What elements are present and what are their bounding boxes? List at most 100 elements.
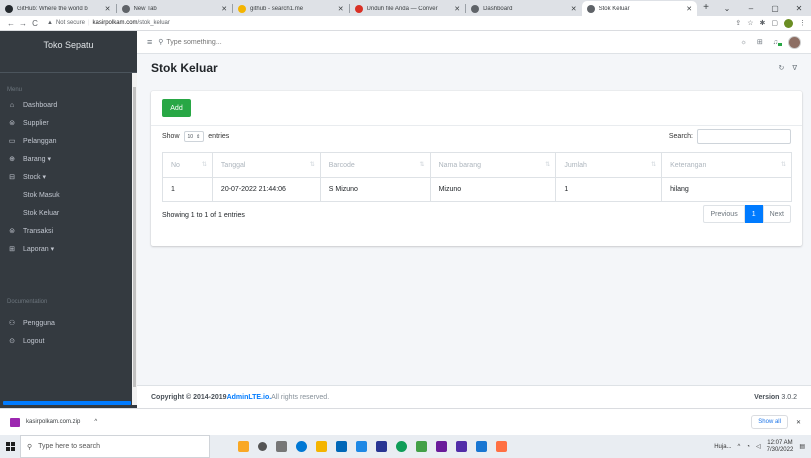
app4-icon[interactable] xyxy=(456,441,467,452)
cortana-icon[interactable] xyxy=(258,442,267,451)
sidebar-item-stok-keluar[interactable]: Stok Keluar xyxy=(0,204,137,222)
table-cell: Mizuno xyxy=(429,177,557,202)
brand-link[interactable]: Toko Sepatu xyxy=(0,31,137,73)
app6-icon[interactable] xyxy=(496,441,507,452)
previous-page-button[interactable]: Previous xyxy=(703,205,745,223)
browser-tab[interactable]: GitHub: Where the world b ✕ xyxy=(0,1,116,16)
page-header: Stok Keluar ↻ ∇ xyxy=(137,54,811,82)
app5-icon[interactable] xyxy=(476,441,487,452)
minimize-icon[interactable]: – xyxy=(739,4,763,13)
notification-bell-icon[interactable]: ♫ xyxy=(773,39,782,46)
browser-tab[interactable]: New Tab ✕ xyxy=(117,1,233,16)
column-header[interactable]: Tanggal ⇅ xyxy=(211,152,321,178)
app-icon[interactable] xyxy=(356,441,367,452)
browser-tab[interactable]: Stok Keluar ✕ xyxy=(581,1,698,16)
search-input[interactable] xyxy=(166,38,327,46)
photoshop-icon[interactable] xyxy=(436,441,447,452)
filter-icon[interactable]: ∇ xyxy=(792,64,797,72)
weather-text[interactable]: Huja... xyxy=(714,444,731,450)
sidebar-item-transaksi[interactable]: ⊜ Transaksi xyxy=(0,222,137,240)
column-header[interactable]: No ⇅ xyxy=(162,152,213,178)
profile-icon[interactable] xyxy=(784,18,793,28)
column-header[interactable]: Keterangan ⇅ xyxy=(661,152,792,178)
column-header[interactable]: Jumlah ⇅ xyxy=(555,152,663,178)
clock[interactable]: 12:07 AM 7/30/2022 xyxy=(767,440,794,454)
task-view-icon[interactable] xyxy=(276,441,287,452)
volume-icon[interactable]: ◁ xyxy=(756,443,761,450)
close-tab-icon[interactable]: ✕ xyxy=(105,5,111,13)
tab-title: GitHub: Where the world b xyxy=(17,5,88,12)
show-all-button[interactable]: Show all xyxy=(751,415,788,429)
entries-length-select[interactable]: 10 ⇕ xyxy=(183,131,205,142)
sidebar-item-pelanggan[interactable]: ▭ Pelanggan xyxy=(0,132,137,150)
close-window-icon[interactable]: ✕ xyxy=(787,4,811,13)
add-button[interactable]: Add xyxy=(162,99,191,117)
menu-dots-icon[interactable]: ⋮ xyxy=(799,19,806,27)
chevron-up-icon[interactable]: ^ xyxy=(94,419,97,425)
url-host: kasirpolkam.com xyxy=(92,20,138,26)
close-tab-icon[interactable]: ✕ xyxy=(454,5,460,13)
browser-tab[interactable]: Unduh file Anda — Conver ✕ xyxy=(350,1,466,16)
tab-search-icon[interactable]: ⌄ xyxy=(715,4,739,13)
table-search-input[interactable] xyxy=(697,129,791,144)
hamburger-menu-icon[interactable]: ≡ xyxy=(147,37,152,47)
file-explorer-icon[interactable] xyxy=(316,441,327,452)
documentation-header: Documentation xyxy=(7,299,48,305)
refresh-icon[interactable]: ↻ xyxy=(778,64,784,72)
sidebar: Toko Sepatu Menu ⌂ Dashboard ⊜ Supplier ▭ Pel… xyxy=(0,31,137,408)
close-icon[interactable]: ✕ xyxy=(796,419,801,426)
brightness-icon[interactable]: ☼ xyxy=(740,39,746,46)
sidebar-item-stock[interactable]: ⊟ Stock ▾ xyxy=(0,168,137,186)
page-1-button[interactable]: 1 xyxy=(744,205,763,223)
notifications-icon[interactable]: ▤ xyxy=(799,443,805,450)
sidebar-item-supplier[interactable]: ⊜ Supplier xyxy=(0,114,137,132)
start-button[interactable] xyxy=(0,442,20,451)
sidepanel-icon[interactable]: ▢ xyxy=(771,19,778,27)
extensions-icon[interactable]: ✱ xyxy=(760,19,766,27)
tab-title: New Tab xyxy=(133,5,157,12)
sidebar-item-label: Supplier xyxy=(23,119,49,127)
sidebar-item-logout[interactable]: ⊙ Logout xyxy=(0,332,137,350)
taskbar-search[interactable]: ⚲ Type here to search xyxy=(20,435,210,458)
reload-icon[interactable]: C xyxy=(29,19,41,28)
forward-icon[interactable]: → xyxy=(17,19,29,28)
sidebar-item-stok-masuk[interactable]: Stok Masuk xyxy=(0,186,137,204)
maximize-icon[interactable]: ▢ xyxy=(763,4,787,13)
sidebar-item-laporan[interactable]: ⊞ Laporan ▾ xyxy=(0,240,137,258)
sidebar-item-dashboard[interactable]: ⌂ Dashboard xyxy=(0,96,137,114)
column-header[interactable]: Barcode ⇅ xyxy=(319,152,431,178)
close-tab-icon[interactable]: ✕ xyxy=(221,5,227,13)
back-icon[interactable]: ← xyxy=(5,19,17,28)
browser-tab[interactable]: github - search1.me ✕ xyxy=(233,1,349,16)
entries-length-value: 10 xyxy=(187,133,194,140)
table-cell: 1 xyxy=(555,177,663,202)
weather-app-icon[interactable] xyxy=(238,441,249,452)
sidebar-item-label: Stok Keluar xyxy=(23,209,60,217)
star-icon[interactable]: ☆ xyxy=(747,19,753,27)
tray-chevron-icon[interactable]: ^ xyxy=(738,444,741,450)
app2-icon[interactable] xyxy=(376,441,387,452)
apps-grid-icon[interactable]: ⊞ xyxy=(757,38,763,46)
url-field[interactable]: ▲ Not secure | kasirpolkam.com /stok_kel… xyxy=(47,20,170,26)
user-avatar[interactable] xyxy=(788,35,801,49)
new-tab-button[interactable]: + xyxy=(697,1,715,16)
sidebar-item-pengguna[interactable]: ⚇ Pengguna xyxy=(0,314,137,332)
sidebar-item-barang[interactable]: ⊕ Barang ▾ xyxy=(0,150,137,168)
share-icon[interactable]: ⇪ xyxy=(735,19,741,27)
pagination: Previous 1 Next xyxy=(703,205,791,223)
pengguna-icon: ⚇ xyxy=(8,320,16,327)
close-tab-icon[interactable]: ✕ xyxy=(338,5,344,13)
close-tab-icon[interactable]: ✕ xyxy=(686,5,692,13)
download-item[interactable]: kasirpolkam.com.zip ^ xyxy=(10,417,97,427)
next-page-button[interactable]: Next xyxy=(762,205,791,223)
edge-icon[interactable] xyxy=(296,441,307,452)
chrome-icon[interactable] xyxy=(396,441,407,452)
app3-icon[interactable] xyxy=(416,441,427,452)
column-header[interactable]: Nama barang ⇅ xyxy=(429,152,557,178)
browser-tab[interactable]: Dashboard ✕ xyxy=(466,1,582,16)
store-icon[interactable] xyxy=(336,441,347,452)
close-tab-icon[interactable]: ✕ xyxy=(571,5,577,13)
adminlte-link[interactable]: AdminLTE.io. xyxy=(227,394,272,401)
sidebar-item-label: Stok Masuk xyxy=(23,191,60,199)
network-icon[interactable]: ◔ xyxy=(746,444,750,450)
